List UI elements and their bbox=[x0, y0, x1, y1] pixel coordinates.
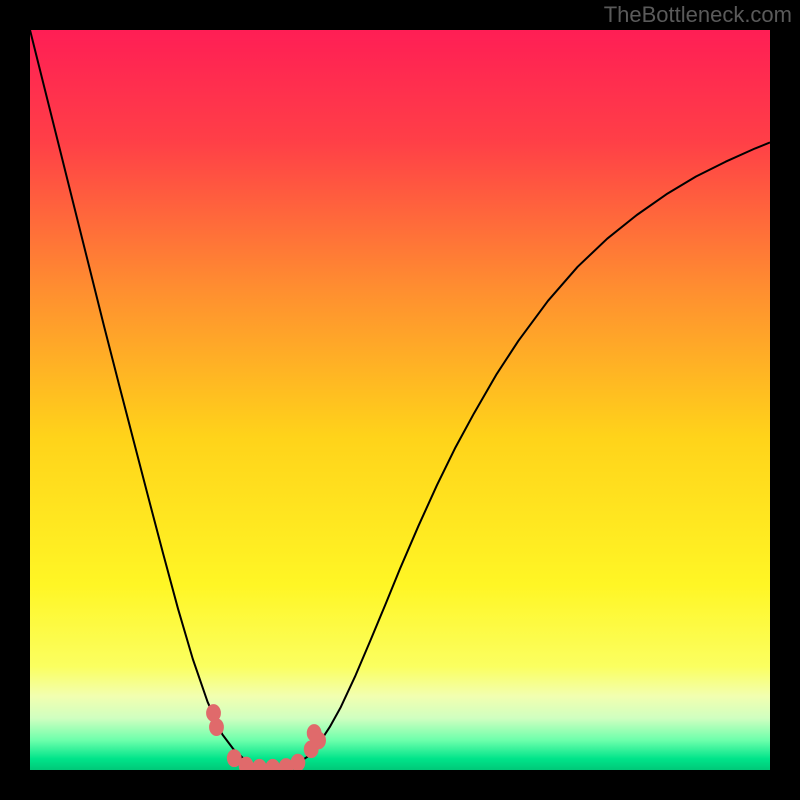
gradient-background bbox=[30, 30, 770, 770]
data-point-marker bbox=[311, 732, 326, 750]
watermark-text: TheBottleneck.com bbox=[604, 2, 792, 28]
plot-svg bbox=[30, 30, 770, 770]
chart-frame: TheBottleneck.com bbox=[0, 0, 800, 800]
plot-area bbox=[30, 30, 770, 770]
data-point-marker bbox=[209, 718, 224, 736]
